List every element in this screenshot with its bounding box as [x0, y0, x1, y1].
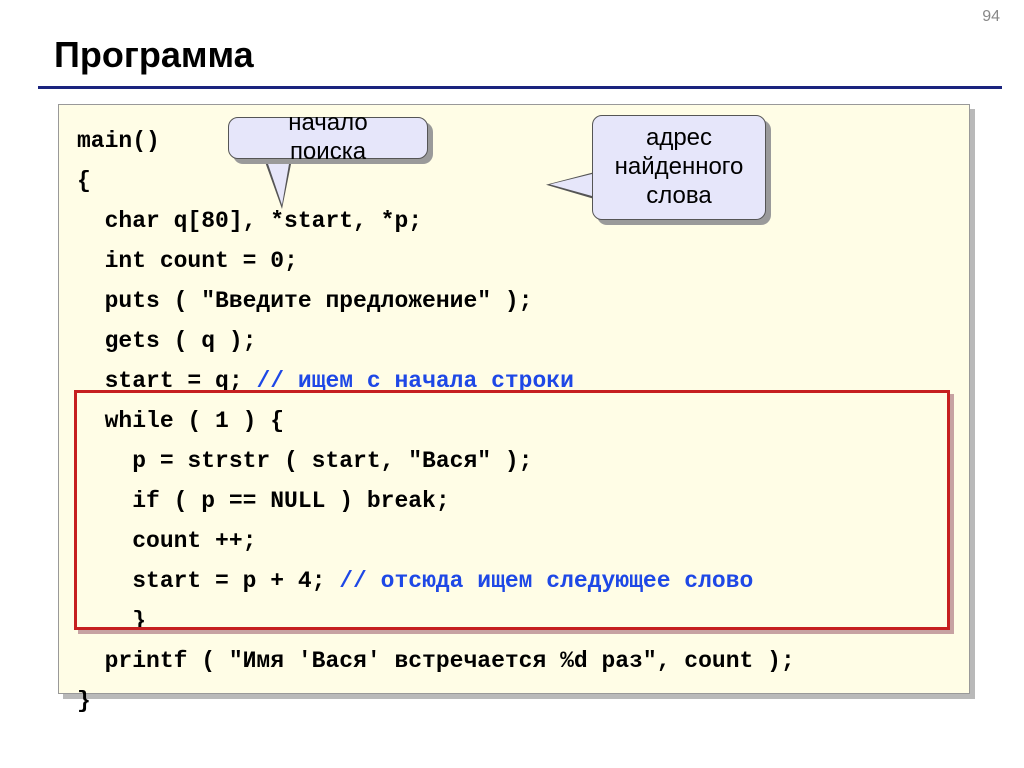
- code-block: main() { char q[80], *start, *p; int cou…: [58, 104, 970, 694]
- code-line: start = p + 4; // отсюда ищем следующее …: [77, 561, 951, 601]
- slide-title: Программа: [54, 34, 254, 76]
- callout-text: адрес: [646, 124, 712, 153]
- code-line: if ( p == NULL ) break;: [77, 481, 951, 521]
- code-comment: // отсюда ищем следующее слово: [339, 568, 753, 594]
- callout-text: начало поиска: [247, 109, 409, 167]
- code-line: gets ( q );: [77, 321, 951, 361]
- code-line: start = q; // ищем с начала строки: [77, 361, 951, 401]
- code-comment: // ищем с начала строки: [256, 368, 573, 394]
- code-line: printf ( "Имя 'Вася' встречается %d раз"…: [77, 641, 951, 681]
- code-line: while ( 1 ) {: [77, 401, 951, 441]
- code-line: {: [77, 161, 951, 201]
- code-line: puts ( "Введите предложение" );: [77, 281, 951, 321]
- callout-text: слова: [646, 182, 711, 211]
- code-line: p = strstr ( start, "Вася" );: [77, 441, 951, 481]
- title-rule: [38, 86, 1002, 89]
- code-line: char q[80], *start, *p;: [77, 201, 951, 241]
- callout-found-address: адрес найденного слова: [592, 115, 766, 220]
- code-line: }: [77, 681, 951, 721]
- callout-search-start: начало поиска: [228, 117, 428, 159]
- code-line: main(): [77, 121, 951, 161]
- code-line: }: [77, 601, 951, 641]
- code-line: int count = 0;: [77, 241, 951, 281]
- code-line: count ++;: [77, 521, 951, 561]
- page-number: 94: [982, 8, 1000, 26]
- callout-text: найденного: [615, 153, 744, 182]
